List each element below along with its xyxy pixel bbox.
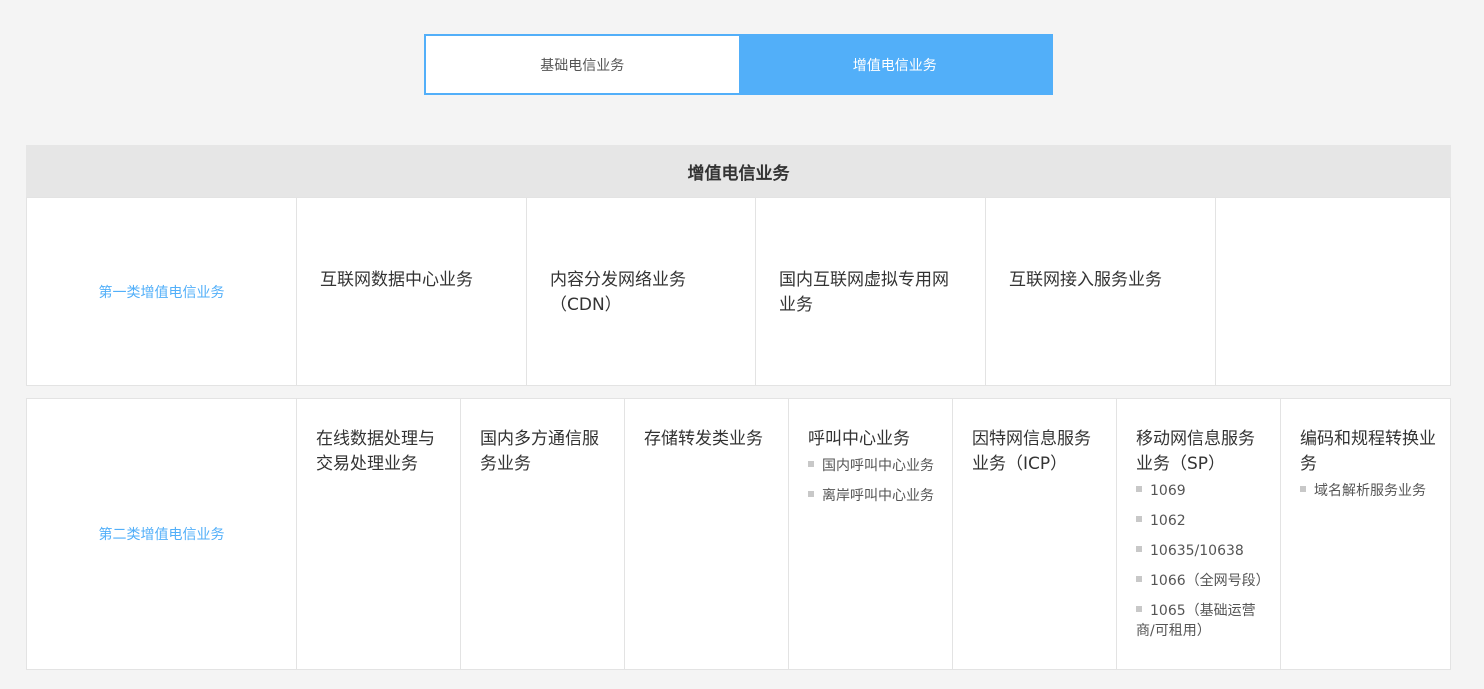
sub-service-list: 1069 1062 10635/10638 1066（全网号段） 1065（基础运营商/… [1136,481,1270,641]
category-label-2: 第二类增值电信业务 [27,399,297,669]
empty-cell [1216,198,1450,385]
sub-service-item: 域名解析服务业务 [1300,481,1440,501]
service-title: 因特网信息服务业务（ICP） [972,429,1091,474]
sub-service-item: 1069 [1136,481,1270,501]
service-cell: 国内多方通信服务业务 [461,399,625,669]
sub-service-list: 国内呼叫中心业务 离岸呼叫中心业务 [808,456,942,506]
sub-service-label: 1066（全网号段） [1150,573,1270,589]
sub-service-label: 1069 [1150,483,1186,499]
service-title: 编码和规程转换业务 [1300,429,1436,474]
service-cell: 互联网数据中心业务 [297,198,527,385]
sub-service-item: 国内呼叫中心业务 [808,456,942,476]
tab-value-added-telecom[interactable]: 增值电信业务 [738,36,1051,93]
bullet-icon [1136,606,1142,612]
sub-service-label: 1062 [1150,513,1186,529]
category-row-1: 第一类增值电信业务 互联网数据中心业务 内容分发网络业务（CDN） 国内互联网虚… [26,197,1451,386]
bullet-icon [1136,576,1142,582]
service-title: 移动网信息服务业务（SP） [1136,429,1255,474]
sub-service-label: 离岸呼叫中心业务 [822,488,934,504]
service-cell: 国内互联网虚拟专用网业务 [756,198,986,385]
service-cell: 呼叫中心业务国内呼叫中心业务 离岸呼叫中心业务 [789,399,953,669]
service-title: 呼叫中心业务 [808,429,910,449]
bullet-icon [1136,546,1142,552]
sub-service-item: 10635/10638 [1136,541,1270,561]
service-cell: 在线数据处理与交易处理业务 [297,399,461,669]
service-tabs: 基础电信业务 增值电信业务 [424,34,1053,95]
service-cell: 移动网信息服务业务（SP） 1069 1062 10635/10638 1066（全网号… [1117,399,1281,669]
sub-service-item: 1065（基础运营商/可租用） [1136,601,1270,641]
category-row-2: 第二类增值电信业务 在线数据处理与交易处理业务 国内多方通信服务业务 存储转发类… [26,398,1451,670]
sub-service-item: 1062 [1136,511,1270,531]
bullet-icon [1300,486,1306,492]
sub-service-list: 域名解析服务业务 [1300,481,1440,501]
bullet-icon [1136,516,1142,522]
sub-service-label: 1065（基础运营商/可租用） [1136,603,1256,639]
service-cell: 互联网接入服务业务 [986,198,1216,385]
bullet-icon [808,461,814,467]
sub-service-item: 离岸呼叫中心业务 [808,486,942,506]
sub-service-label: 10635/10638 [1150,543,1244,559]
service-cell: 因特网信息服务业务（ICP） [953,399,1117,669]
service-cell: 存储转发类业务 [625,399,789,669]
service-title: 存储转发类业务 [644,429,763,449]
sub-service-item: 1066（全网号段） [1136,571,1270,591]
tab-basic-telecom[interactable]: 基础电信业务 [426,36,739,93]
service-cell: 编码和规程转换业务域名解析服务业务 [1281,399,1450,669]
service-cell: 内容分发网络业务（CDN） [527,198,756,385]
sub-service-label: 国内呼叫中心业务 [822,458,934,474]
bullet-icon [808,491,814,497]
service-title: 国内多方通信服务业务 [480,429,599,474]
bullet-icon [1136,486,1142,492]
section-title: 增值电信业务 [26,145,1451,197]
service-title: 在线数据处理与交易处理业务 [316,429,435,474]
category-label-1: 第一类增值电信业务 [27,198,297,385]
sub-service-label: 域名解析服务业务 [1314,483,1426,499]
